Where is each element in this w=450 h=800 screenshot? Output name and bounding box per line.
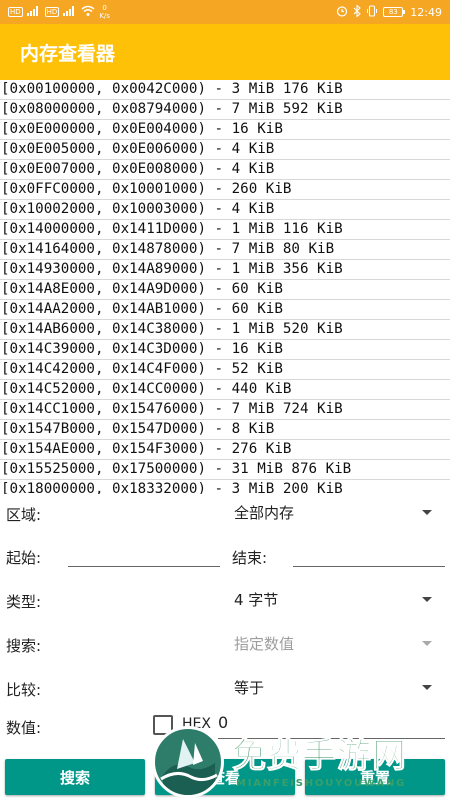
- region-label: 区域:: [6, 506, 42, 524]
- search-button[interactable]: 搜索: [5, 759, 145, 795]
- network-speed-value: 0: [102, 4, 107, 12]
- end-label: 结束:: [232, 549, 268, 567]
- reset-button[interactable]: 重置: [305, 759, 445, 795]
- memory-region-row[interactable]: [0x14164000, 0x14878000) - 7 MiB 80 KiB: [0, 240, 450, 260]
- start-address-input[interactable]: [68, 539, 220, 567]
- memory-region-row[interactable]: [0x154AE000, 0x154F3000) - 276 KiB: [0, 440, 450, 460]
- region-value: 全部内存: [234, 504, 295, 522]
- start-label: 起始:: [6, 549, 42, 567]
- memory-region-row[interactable]: [0x0E007000, 0x0E008000) - 4 KiB: [0, 160, 450, 180]
- memory-region-row[interactable]: [0x14C42000, 0x14C4F000) - 52 KiB: [0, 360, 450, 380]
- memory-region-row[interactable]: [0x14930000, 0x14A89000) - 1 MiB 356 KiB: [0, 260, 450, 280]
- status-right: 83 12:49: [336, 3, 442, 20]
- memory-region-row[interactable]: [0x15525000, 0x17500000) - 31 MiB 876 Ki…: [0, 460, 450, 480]
- dropdown-arrow-icon: [422, 510, 432, 515]
- memory-region-row[interactable]: [0x14C52000, 0x14CC0000) - 440 KiB: [0, 380, 450, 400]
- search-mode-row: 搜索: 指定数值: [0, 625, 450, 665]
- battery-icon: 83: [383, 7, 406, 17]
- compare-label: 比较:: [6, 681, 42, 699]
- search-label: 搜索:: [6, 637, 42, 655]
- dropdown-arrow-icon: [422, 641, 432, 646]
- type-row: 类型: 4 字节: [0, 581, 450, 621]
- compare-row: 比较: 等于: [0, 669, 450, 709]
- app-bar: 内存查看器: [0, 24, 450, 80]
- reset-button-label: 重置: [359, 768, 390, 787]
- memory-region-row[interactable]: [0x1547B000, 0x1547D000) - 8 KiB: [0, 420, 450, 440]
- compare-value: 等于: [234, 679, 265, 697]
- memory-region-list[interactable]: [0x00100000, 0x0042C000) - 3 MiB 176 KiB…: [0, 80, 450, 494]
- range-row: 起始: 结束:: [0, 537, 450, 577]
- app-title: 内存查看器: [20, 42, 116, 65]
- network-speed-unit: K/s: [99, 12, 110, 20]
- wifi-icon: [81, 5, 95, 19]
- value-label: 数值:: [6, 719, 42, 737]
- compare-dropdown[interactable]: 等于: [234, 677, 438, 701]
- memory-region-row[interactable]: [0x10002000, 0x10003000) - 4 KiB: [0, 200, 450, 220]
- status-left: HD HD 0 K/s: [8, 4, 110, 20]
- memory-region-row[interactable]: [0x0E000000, 0x0E004000) - 16 KiB: [0, 120, 450, 140]
- clock: 12:49: [410, 5, 442, 19]
- hex-checkbox[interactable]: [153, 715, 173, 735]
- memory-region-row[interactable]: [0x14CC1000, 0x15476000) - 7 MiB 724 KiB: [0, 400, 450, 420]
- signal-icon-2: [63, 5, 77, 19]
- dropdown-arrow-icon: [422, 685, 432, 690]
- search-mode-value: 指定数值: [234, 635, 295, 653]
- view-button[interactable]: 查看: [155, 759, 295, 795]
- memory-region-row[interactable]: [0x0FFC0000, 0x10001000) - 260 KiB: [0, 180, 450, 200]
- memory-region-row[interactable]: [0x14A8E000, 0x14A9D000) - 60 KiB: [0, 280, 450, 300]
- hd-badge-2: HD: [44, 7, 60, 17]
- region-row: 区域: 全部内存: [0, 494, 450, 534]
- end-address-input[interactable]: [293, 539, 445, 567]
- value-input[interactable]: 0: [218, 711, 445, 739]
- type-label: 类型:: [6, 593, 42, 611]
- memory-region-row[interactable]: [0x18000000, 0x18332000) - 3 MiB 200 KiB: [0, 480, 450, 494]
- view-button-label: 查看: [209, 768, 240, 787]
- battery-level: 83: [383, 7, 404, 17]
- type-dropdown[interactable]: 4 字节: [234, 589, 438, 613]
- memory-region-row[interactable]: [0x14AA2000, 0x14AB1000) - 60 KiB: [0, 300, 450, 320]
- memory-region-row[interactable]: [0x08000000, 0x08794000) - 7 MiB 592 KiB: [0, 100, 450, 120]
- hd-badge-1: HD: [8, 7, 23, 17]
- vibrate-icon: [366, 4, 378, 20]
- alarm-icon: [336, 5, 348, 20]
- network-speed: 0 K/s: [99, 4, 110, 20]
- bluetooth-icon: [353, 3, 362, 20]
- signal-icon-1: [26, 5, 41, 19]
- memory-region-row[interactable]: [0x0E005000, 0x0E006000) - 4 KiB: [0, 140, 450, 160]
- memory-region-row[interactable]: [0x14000000, 0x1411D000) - 1 MiB 116 KiB: [0, 220, 450, 240]
- memory-region-row[interactable]: [0x14AB6000, 0x14C38000) - 1 MiB 520 KiB: [0, 320, 450, 340]
- search-mode-dropdown[interactable]: 指定数值: [234, 633, 438, 657]
- search-button-label: 搜索: [59, 768, 90, 787]
- hex-label: HEX: [182, 716, 211, 732]
- memory-region-row[interactable]: [0x00100000, 0x0042C000) - 3 MiB 176 KiB: [0, 80, 450, 100]
- dropdown-arrow-icon: [422, 597, 432, 602]
- region-dropdown[interactable]: 全部内存: [234, 502, 438, 526]
- status-bar: HD HD 0 K/s 83 12:49: [0, 0, 450, 24]
- memory-region-row[interactable]: [0x14C39000, 0x14C3D000) - 16 KiB: [0, 340, 450, 360]
- type-value: 4 字节: [234, 591, 279, 609]
